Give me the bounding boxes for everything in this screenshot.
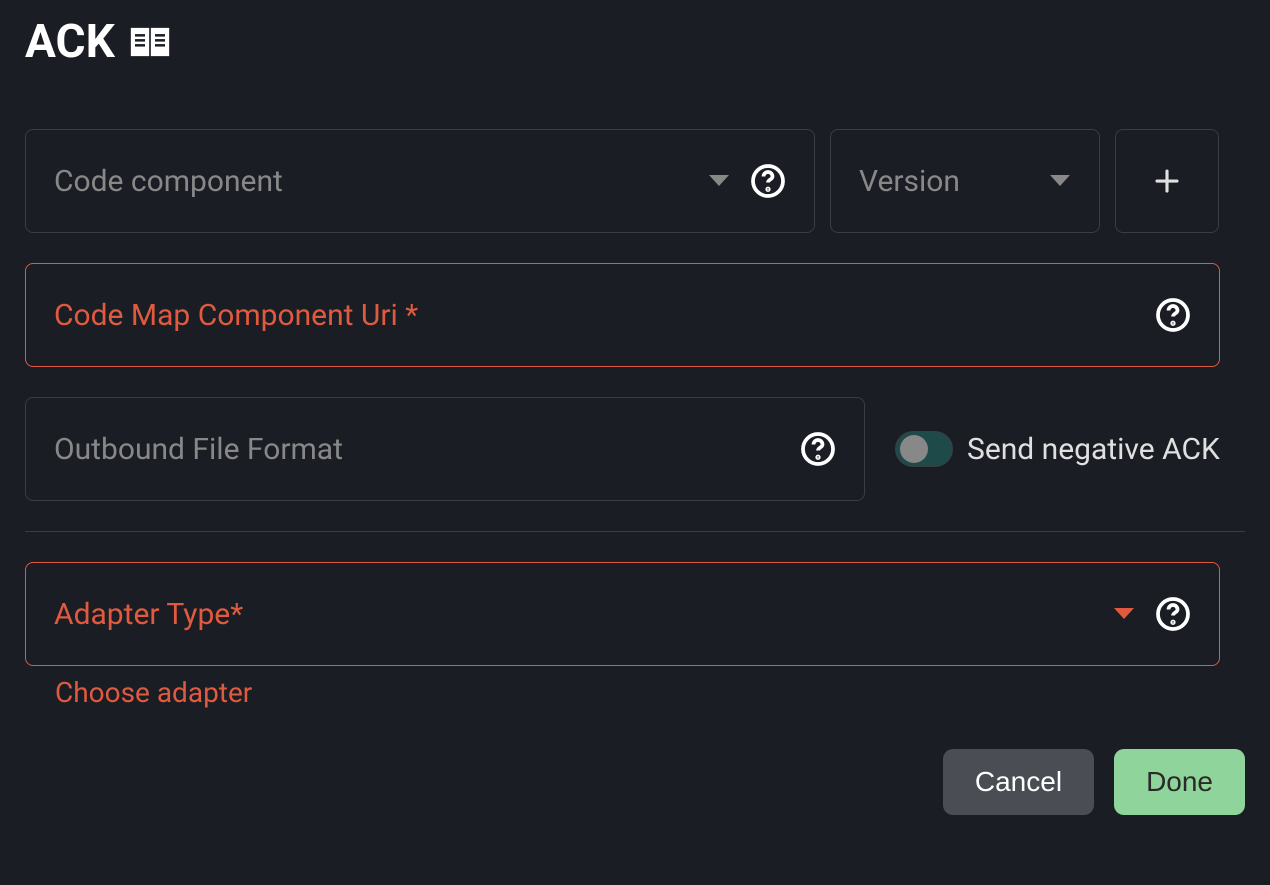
button-row: Cancel Done <box>25 749 1245 815</box>
help-icon[interactable] <box>750 163 786 199</box>
version-select[interactable]: Version <box>830 129 1100 233</box>
page-title: ACK <box>25 15 115 69</box>
chevron-down-icon <box>1113 607 1135 621</box>
negative-ack-toggle-container: Send negative ACK <box>895 431 1220 467</box>
code-component-select[interactable]: Code component <box>25 129 815 233</box>
adapter-type-label: Adapter Type* <box>54 597 1098 632</box>
code-component-label: Code component <box>54 164 693 199</box>
header: ACK <box>25 15 1245 69</box>
done-button[interactable]: Done <box>1114 749 1245 815</box>
code-map-uri-label: Code Map Component Uri * <box>54 298 1135 333</box>
help-icon[interactable] <box>1155 297 1191 333</box>
book-icon <box>130 26 170 58</box>
outbound-file-format-label: Outbound File Format <box>54 432 780 467</box>
toggle-knob <box>900 435 928 463</box>
outbound-file-format-input[interactable]: Outbound File Format <box>25 397 865 501</box>
chevron-down-icon <box>1049 174 1071 188</box>
code-version-row: Code component Version <box>25 129 1245 233</box>
version-label: Version <box>859 164 1034 199</box>
outbound-row: Outbound File Format Send negative ACK <box>25 397 1245 501</box>
negative-ack-toggle[interactable] <box>895 431 953 467</box>
divider <box>25 531 1245 532</box>
negative-ack-label: Send negative ACK <box>967 432 1220 467</box>
add-button[interactable] <box>1115 129 1219 233</box>
adapter-helper-text: Choose adapter <box>55 676 1245 709</box>
adapter-type-select[interactable]: Adapter Type* <box>25 562 1220 666</box>
help-icon[interactable] <box>1155 596 1191 632</box>
plus-icon <box>1152 166 1182 196</box>
code-map-uri-input[interactable]: Code Map Component Uri * <box>25 263 1220 367</box>
chevron-down-icon <box>708 174 730 188</box>
help-icon[interactable] <box>800 431 836 467</box>
cancel-button[interactable]: Cancel <box>943 749 1094 815</box>
